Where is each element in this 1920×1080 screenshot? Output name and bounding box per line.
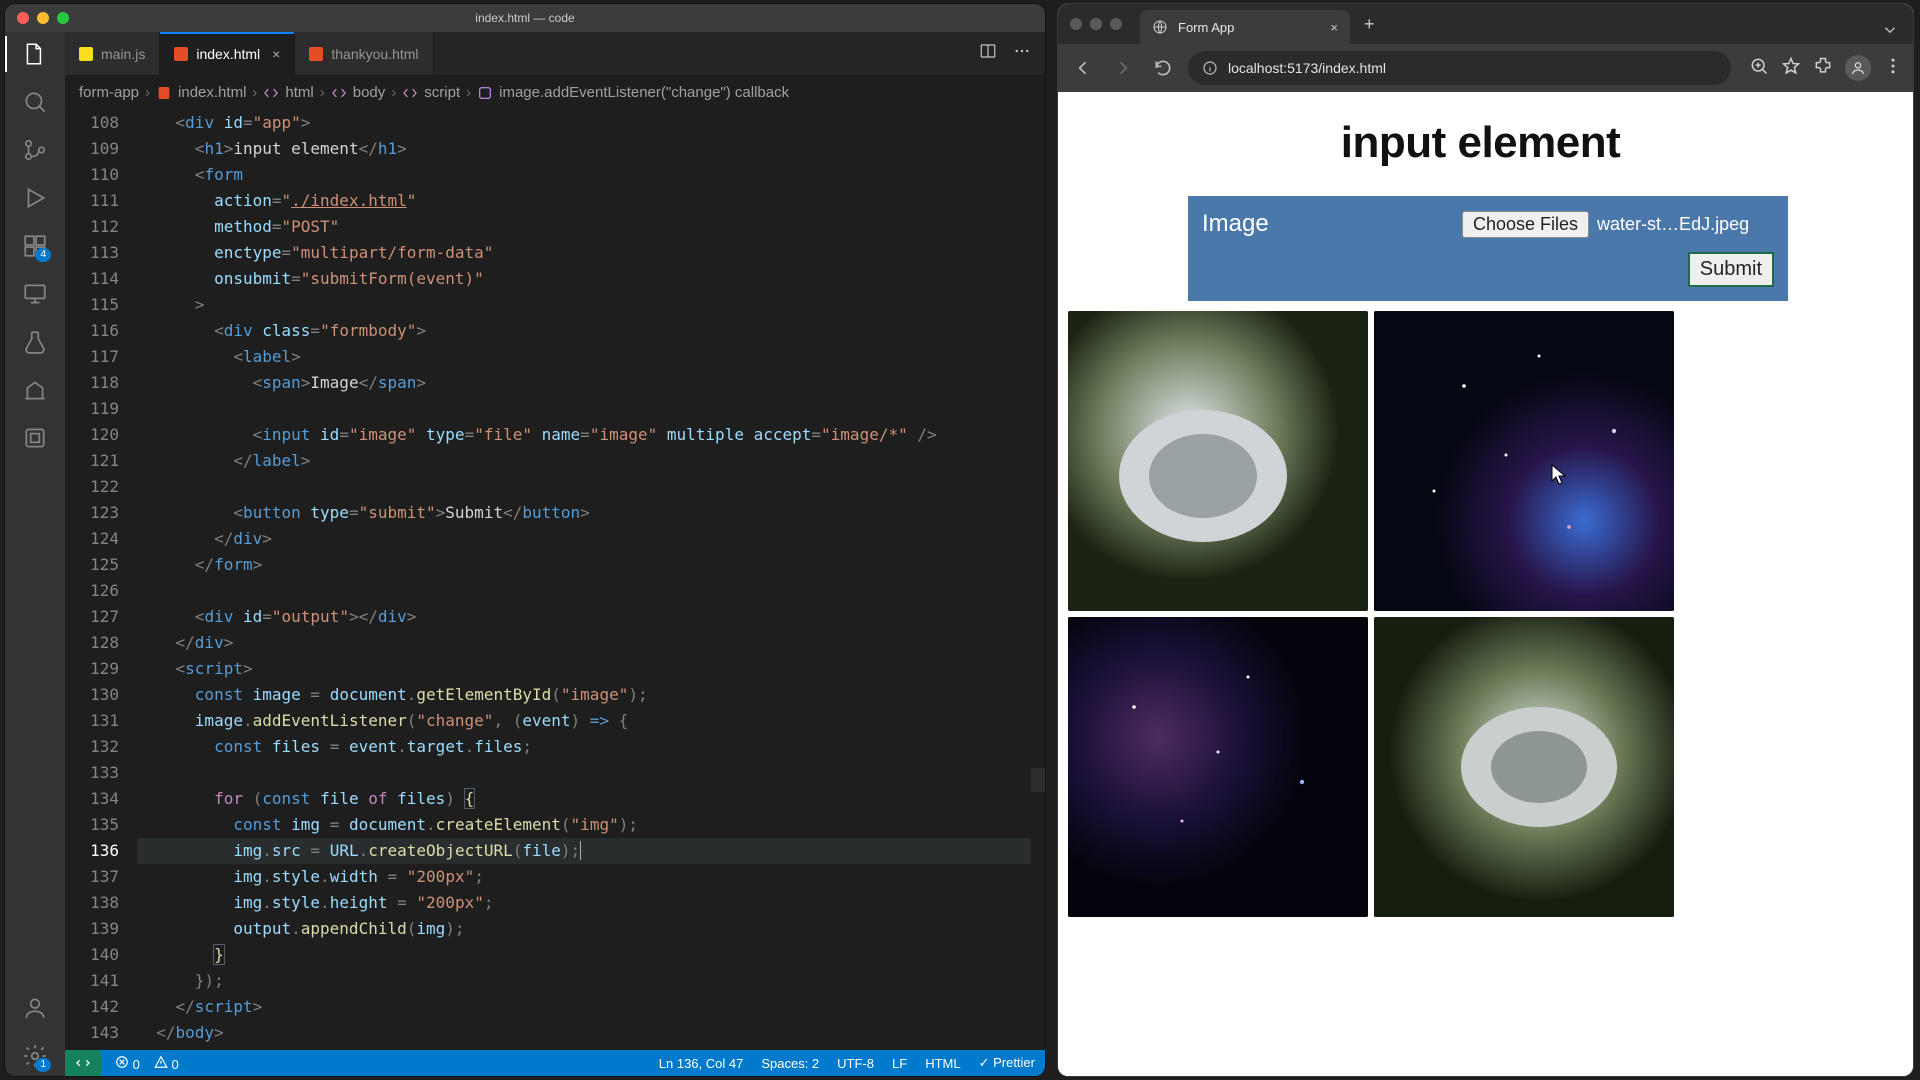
settings-badge: 1 bbox=[35, 1058, 51, 1072]
url-text: localhost:5173/index.html bbox=[1228, 60, 1386, 76]
remote-indicator[interactable] bbox=[65, 1050, 101, 1076]
tab-thankyou-html[interactable]: thankyou.html bbox=[295, 32, 433, 75]
extensions-badge: 4 bbox=[35, 248, 51, 262]
page-viewport[interactable]: input element Image Choose Files water-s… bbox=[1058, 92, 1913, 1076]
minimap[interactable] bbox=[1031, 110, 1045, 1050]
editor-tabs: main.js index.html × thankyou.html bbox=[65, 32, 1045, 76]
forward-button[interactable] bbox=[1108, 53, 1138, 83]
form-body: Image Choose Files water-st…EdJ.jpeg Sub… bbox=[1188, 196, 1788, 301]
bookmarks-icon[interactable] bbox=[21, 424, 49, 452]
js-file-icon bbox=[79, 47, 93, 61]
crumb[interactable]: form-app bbox=[79, 84, 139, 101]
preview-image bbox=[1374, 311, 1674, 611]
profile-avatar-icon[interactable] bbox=[1845, 55, 1871, 81]
preview-image bbox=[1068, 311, 1368, 611]
account-icon[interactable] bbox=[21, 994, 49, 1022]
line-gutter: 1081091101111121131141151161171181191201… bbox=[65, 110, 137, 1050]
mac-min-icon[interactable] bbox=[1090, 18, 1102, 30]
browser-toolbar: localhost:5173/index.html bbox=[1058, 44, 1913, 92]
preview-image bbox=[1068, 617, 1368, 917]
tab-label: index.html bbox=[196, 46, 260, 62]
status-eol[interactable]: LF bbox=[892, 1056, 907, 1071]
status-bar: 0 0 Ln 136, Col 47 Spaces: 2 UTF-8 LF HT… bbox=[65, 1050, 1045, 1076]
status-spaces[interactable]: Spaces: 2 bbox=[761, 1056, 819, 1071]
breadcrumb[interactable]: form-app› index.html› html› body› script… bbox=[65, 76, 1045, 110]
live-share-icon[interactable] bbox=[21, 376, 49, 404]
kebab-menu-icon[interactable] bbox=[1883, 56, 1903, 81]
tab-label: main.js bbox=[101, 46, 145, 62]
mac-close-icon[interactable] bbox=[17, 12, 29, 24]
status-warnings[interactable]: 0 bbox=[154, 1055, 179, 1072]
globe-icon bbox=[1152, 19, 1168, 35]
selected-file-text: water-st…EdJ.jpeg bbox=[1597, 214, 1749, 235]
run-debug-icon[interactable] bbox=[21, 184, 49, 212]
html-file-icon bbox=[174, 47, 188, 61]
choose-files-button[interactable]: Choose Files bbox=[1462, 211, 1589, 238]
new-tab-button[interactable]: + bbox=[1350, 14, 1389, 35]
status-lang[interactable]: HTML bbox=[925, 1056, 960, 1071]
mac-min-icon[interactable] bbox=[37, 12, 49, 24]
mac-zoom-icon[interactable] bbox=[57, 12, 69, 24]
extensions-puzzle-icon[interactable] bbox=[1813, 56, 1833, 81]
crumb[interactable]: script bbox=[424, 84, 460, 101]
submit-button[interactable]: Submit bbox=[1688, 252, 1774, 287]
preview-image bbox=[1374, 617, 1674, 917]
mac-zoom-icon[interactable] bbox=[1110, 18, 1122, 30]
field-label-image: Image bbox=[1202, 210, 1442, 238]
split-editor-icon[interactable] bbox=[979, 42, 997, 65]
html-file-icon bbox=[309, 47, 323, 61]
browser-tab-title: Form App bbox=[1178, 20, 1234, 35]
back-button[interactable] bbox=[1068, 53, 1098, 83]
status-errors[interactable]: 0 bbox=[115, 1055, 140, 1072]
tab-index-html[interactable]: index.html × bbox=[160, 32, 295, 75]
browser-tab[interactable]: Form App × bbox=[1140, 10, 1350, 44]
crumb[interactable]: html bbox=[285, 84, 313, 101]
tab-overflow-icon[interactable] bbox=[1867, 21, 1913, 44]
status-prettier[interactable]: ✓ Prettier bbox=[979, 1055, 1035, 1071]
tab-label: thankyou.html bbox=[331, 46, 418, 62]
zoom-icon[interactable] bbox=[1749, 56, 1769, 81]
crumb[interactable]: image.addEventListener("change") callbac… bbox=[499, 84, 789, 101]
crumb[interactable]: index.html bbox=[178, 84, 246, 101]
tab-close-icon[interactable]: × bbox=[272, 46, 280, 62]
crumb[interactable]: body bbox=[353, 84, 386, 101]
source-control-icon[interactable] bbox=[21, 136, 49, 164]
settings-gear-icon[interactable]: 1 bbox=[21, 1042, 49, 1070]
search-icon[interactable] bbox=[21, 88, 49, 116]
remote-explorer-icon[interactable] bbox=[21, 280, 49, 308]
minimap-thumb[interactable] bbox=[1031, 768, 1045, 792]
site-info-icon[interactable] bbox=[1202, 60, 1218, 76]
address-bar[interactable]: localhost:5173/index.html bbox=[1188, 51, 1731, 85]
image-output bbox=[1068, 311, 1893, 917]
vscode-window: index.html — code bbox=[5, 4, 1045, 1076]
bookmark-star-icon[interactable] bbox=[1781, 56, 1801, 81]
status-encoding[interactable]: UTF-8 bbox=[837, 1056, 874, 1071]
code-content[interactable]: <div id="app"> <h1>input element</h1> <f… bbox=[137, 110, 1045, 1050]
extensions-icon[interactable]: 4 bbox=[21, 232, 49, 260]
more-actions-icon[interactable] bbox=[1013, 42, 1031, 65]
reload-button[interactable] bbox=[1148, 53, 1178, 83]
explorer-icon[interactable] bbox=[21, 40, 49, 68]
browser-window: Form App × + localhost:5173/index.html bbox=[1058, 4, 1913, 1076]
activity-bar: 4 bbox=[5, 32, 65, 1076]
code-editor[interactable]: 1081091101111121131141151161171181191201… bbox=[65, 110, 1045, 1050]
file-input[interactable]: Choose Files water-st…EdJ.jpeg bbox=[1462, 211, 1749, 238]
page-title: input element bbox=[1068, 118, 1893, 168]
vscode-titlebar[interactable]: index.html — code bbox=[5, 4, 1045, 32]
mac-close-icon[interactable] bbox=[1070, 18, 1082, 30]
tab-main-js[interactable]: main.js bbox=[65, 32, 160, 75]
testing-icon[interactable] bbox=[21, 328, 49, 356]
vscode-window-title: index.html — code bbox=[5, 11, 1045, 25]
tab-close-icon[interactable]: × bbox=[1330, 20, 1338, 35]
status-lncol[interactable]: Ln 136, Col 47 bbox=[659, 1056, 744, 1071]
